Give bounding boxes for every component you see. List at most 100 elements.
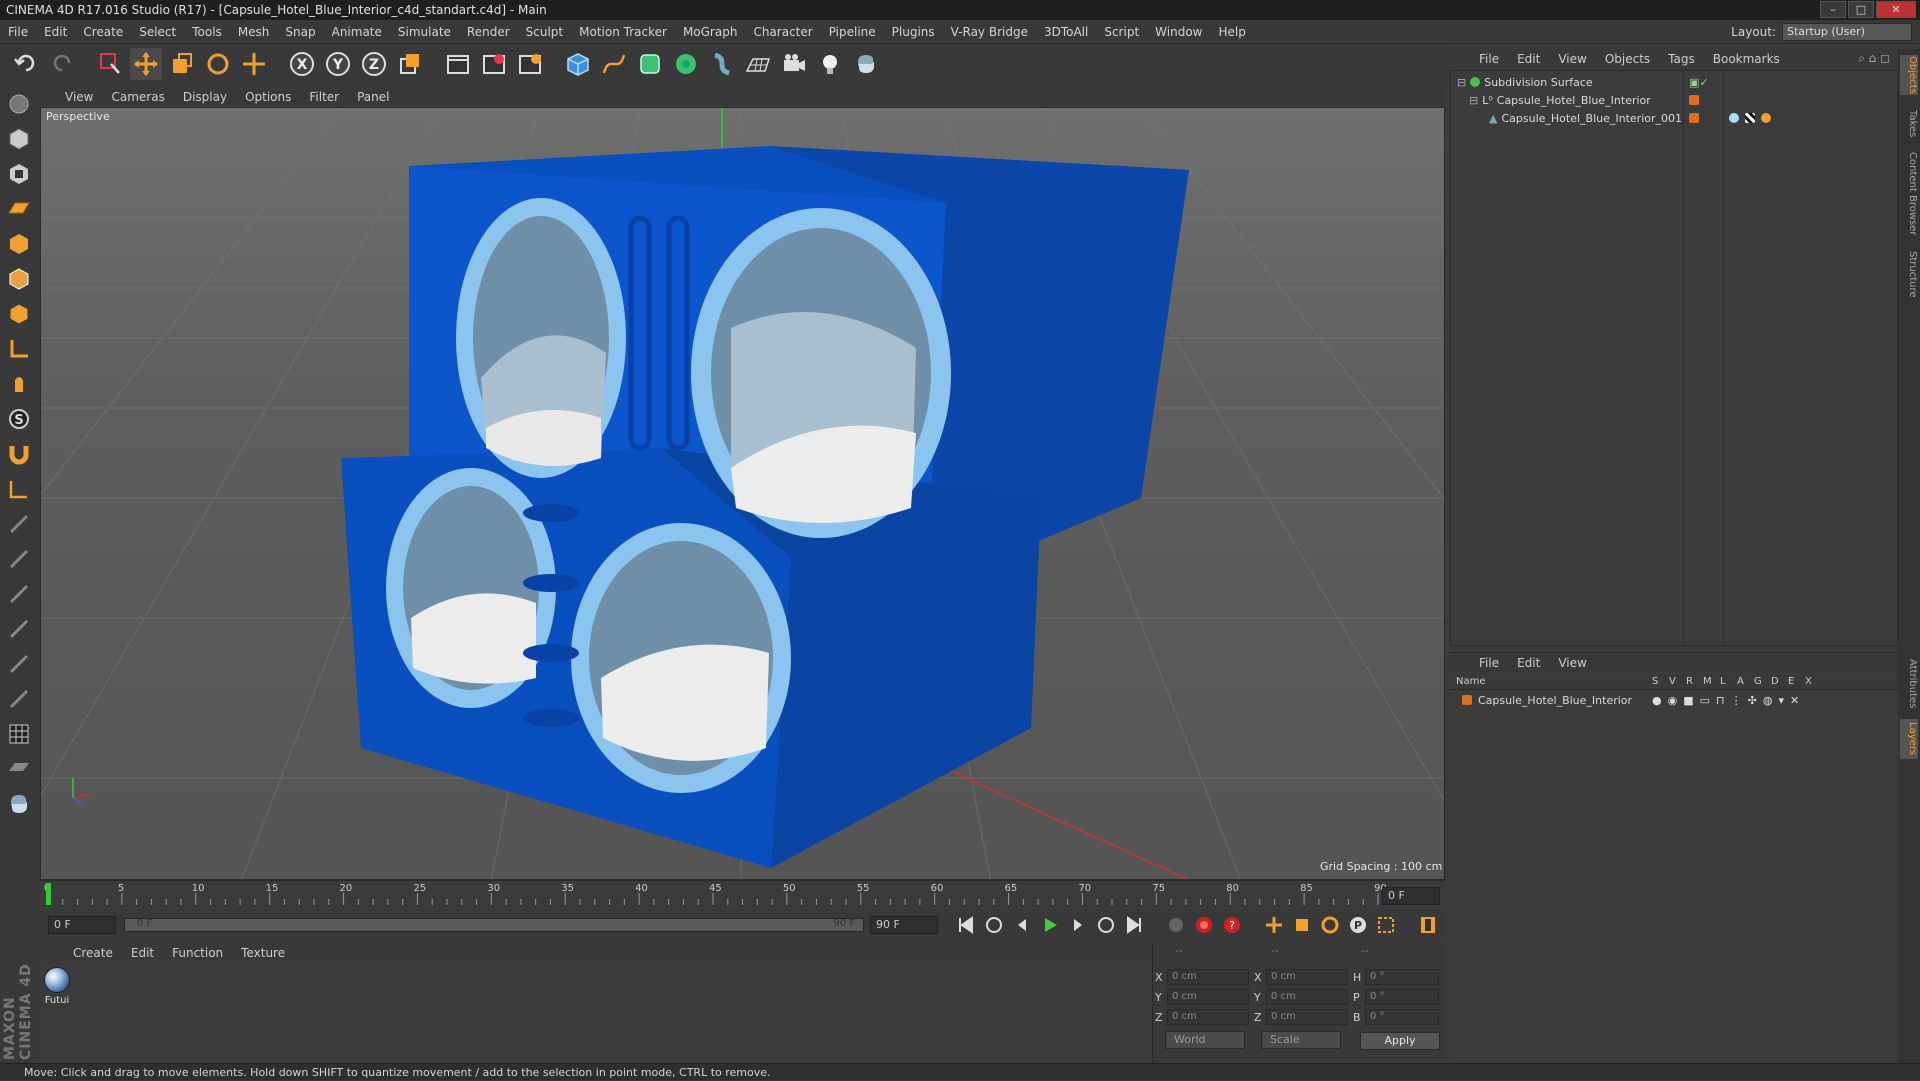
current-frame-field[interactable]: 0 F bbox=[1382, 887, 1440, 905]
object-row-capsule-hotel[interactable]: ⊟ L⁰ Capsule_Hotel_Blue_Interior bbox=[1469, 91, 1651, 109]
menu-mesh[interactable]: Mesh bbox=[230, 25, 278, 39]
object-menu-objects[interactable]: Objects bbox=[1596, 52, 1659, 66]
scale-icon[interactable] bbox=[166, 48, 198, 80]
search-icon[interactable]: ⌕ ⌂ ◻ bbox=[1858, 51, 1890, 66]
manager-icon[interactable]: ▭ bbox=[1700, 694, 1710, 707]
material-menu-create[interactable]: Create bbox=[64, 946, 122, 960]
size-mode-dropdown[interactable]: Scale bbox=[1261, 1031, 1341, 1049]
workplane-axis-icon[interactable] bbox=[4, 474, 34, 504]
phong-tag-icon[interactable] bbox=[1761, 113, 1771, 123]
menu-edit[interactable]: Edit bbox=[36, 25, 75, 39]
subdivision-surface-icon[interactable] bbox=[634, 48, 666, 80]
viewport-menu-options[interactable]: Options bbox=[236, 90, 300, 104]
y-axis-icon[interactable]: Y bbox=[322, 48, 354, 80]
menu-animate[interactable]: Animate bbox=[324, 25, 390, 39]
menu-pipeline[interactable]: Pipeline bbox=[821, 25, 884, 39]
pos-z-field[interactable]: 0 cm bbox=[1167, 1009, 1249, 1025]
menu-script[interactable]: Script bbox=[1096, 25, 1147, 39]
visible-icon[interactable]: ◉ bbox=[1668, 694, 1678, 707]
menu-create[interactable]: Create bbox=[75, 25, 131, 39]
move-icon[interactable] bbox=[130, 48, 162, 80]
light-icon[interactable] bbox=[814, 48, 846, 80]
recent-tool-icon[interactable] bbox=[238, 48, 270, 80]
snapping-icon[interactable]: S bbox=[4, 404, 34, 434]
object-row-subdivision-surface[interactable]: ⊟ Subdivision Surface bbox=[1457, 73, 1593, 91]
redo-icon[interactable] bbox=[46, 48, 78, 80]
previous-key-icon[interactable] bbox=[983, 914, 1005, 936]
next-key-icon[interactable] bbox=[1095, 914, 1117, 936]
brush-icon-3[interactable] bbox=[4, 579, 34, 609]
menu-render[interactable]: Render bbox=[459, 25, 518, 39]
viewport-menu-view[interactable]: View bbox=[56, 90, 102, 104]
cube-primitive-icon[interactable] bbox=[562, 48, 594, 80]
menu-character[interactable]: Character bbox=[745, 25, 820, 39]
undo-icon[interactable] bbox=[10, 48, 42, 80]
menu-snap[interactable]: Snap bbox=[277, 25, 323, 39]
subdivision-visibility-controls[interactable]: ▣✓ bbox=[1689, 73, 1709, 91]
rot-p-field[interactable]: 0 ° bbox=[1365, 989, 1439, 1005]
points-mode-icon[interactable] bbox=[4, 229, 34, 259]
material-tag-icon[interactable] bbox=[1729, 113, 1739, 123]
edges-mode-icon[interactable] bbox=[4, 264, 34, 294]
python-script-icon[interactable] bbox=[4, 789, 34, 819]
generators-icon[interactable]: ✣ bbox=[1748, 694, 1757, 707]
tab-layers[interactable]: Layers bbox=[1900, 719, 1918, 759]
capsule-001-visibility-controls[interactable] bbox=[1689, 109, 1699, 127]
pos-y-field[interactable]: 0 cm bbox=[1167, 989, 1249, 1005]
viewport-menu-cameras[interactable]: Cameras bbox=[102, 90, 173, 104]
material-menu-function[interactable]: Function bbox=[163, 946, 232, 960]
preview-range-slider[interactable]: 0 F 90 F bbox=[124, 918, 864, 932]
previous-frame-icon[interactable] bbox=[1011, 914, 1033, 936]
menu-motion-tracker[interactable]: Motion Tracker bbox=[571, 25, 675, 39]
viewport-menu-filter[interactable]: Filter bbox=[300, 90, 348, 104]
menu-window[interactable]: Window bbox=[1147, 25, 1210, 39]
floor-icon[interactable] bbox=[742, 48, 774, 80]
key-position-icon[interactable] bbox=[1263, 914, 1285, 936]
axis-mode-icon[interactable] bbox=[4, 334, 34, 364]
object-menu-tags[interactable]: Tags bbox=[1659, 52, 1704, 66]
layer-menu-view[interactable]: View bbox=[1549, 656, 1595, 670]
tab-attributes[interactable]: Attributes bbox=[1900, 654, 1918, 714]
camera-icon[interactable] bbox=[778, 48, 810, 80]
layer-menu-edit[interactable]: Edit bbox=[1508, 656, 1549, 670]
viewport-menu-panel[interactable]: Panel bbox=[348, 90, 398, 104]
lock-workplane-icon[interactable] bbox=[4, 754, 34, 784]
edit-render-settings-icon[interactable] bbox=[514, 48, 546, 80]
xref-icon[interactable]: ✕ bbox=[1790, 694, 1799, 707]
go-to-start-icon[interactable] bbox=[955, 914, 977, 936]
tab-structure[interactable]: Structure bbox=[1900, 244, 1918, 304]
collapse-icon[interactable]: ⊟ bbox=[1457, 76, 1466, 89]
close-icon[interactable]: ✕ bbox=[1876, 1, 1916, 18]
end-frame-field[interactable]: 90 F bbox=[870, 916, 938, 934]
object-menu-view[interactable]: View bbox=[1549, 52, 1595, 66]
3d-viewport[interactable] bbox=[40, 107, 1445, 880]
deformers-icon[interactable]: ◍ bbox=[1763, 694, 1773, 707]
object-row-capsule-hotel-001[interactable]: ▲ Capsule_Hotel_Blue_Interior_001 bbox=[1489, 109, 1682, 127]
autokey-icon[interactable]: ? bbox=[1221, 914, 1243, 936]
key-rotation-icon[interactable] bbox=[1319, 914, 1341, 936]
layer-menu-file[interactable]: File bbox=[1470, 656, 1508, 670]
layer-row[interactable]: Capsule_Hotel_Blue_Interior bbox=[1462, 691, 1632, 709]
polygons-mode-icon[interactable] bbox=[4, 299, 34, 329]
brush-icon-6[interactable] bbox=[4, 684, 34, 714]
menu-select[interactable]: Select bbox=[131, 25, 184, 39]
enabled-check-icon[interactable]: ▣✓ bbox=[1689, 76, 1709, 89]
magnet-icon[interactable] bbox=[4, 439, 34, 469]
rotate-icon[interactable] bbox=[202, 48, 234, 80]
menu-tools[interactable]: Tools bbox=[184, 25, 230, 39]
solo-icon[interactable]: ● bbox=[1652, 694, 1662, 707]
coordinate-system-icon[interactable] bbox=[394, 48, 426, 80]
menu-file[interactable]: File bbox=[0, 25, 36, 39]
layer-toggles[interactable]: ● ◉ ■ ▭ ⊓ ⋮ ✣ ◍ ▾ ✕ bbox=[1652, 691, 1799, 709]
collapse-icon[interactable]: ⊟ bbox=[1469, 94, 1478, 107]
render-view-icon[interactable] bbox=[442, 48, 474, 80]
menu-simulate[interactable]: Simulate bbox=[390, 25, 459, 39]
texture-mode-icon[interactable] bbox=[4, 159, 34, 189]
brush-icon-4[interactable] bbox=[4, 614, 34, 644]
minimize-icon[interactable]: – bbox=[1820, 1, 1846, 18]
tweak-mode-icon[interactable] bbox=[4, 369, 34, 399]
brush-icon-2[interactable] bbox=[4, 544, 34, 574]
material-menu-edit[interactable]: Edit bbox=[122, 946, 163, 960]
apply-button[interactable]: Apply bbox=[1360, 1032, 1440, 1050]
record-icon[interactable] bbox=[1193, 914, 1215, 936]
